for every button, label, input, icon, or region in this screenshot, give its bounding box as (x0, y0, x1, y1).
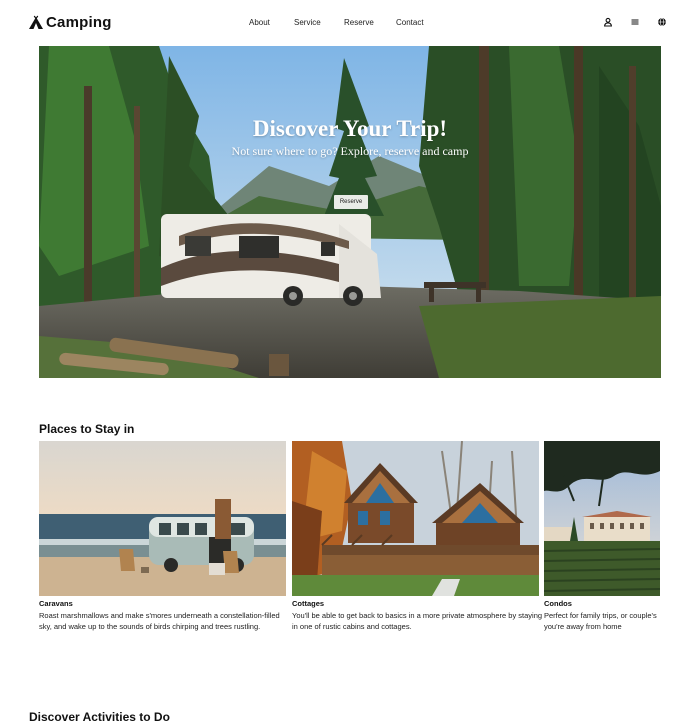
condo-image (544, 441, 660, 596)
globe-icon[interactable] (657, 17, 667, 27)
hero-forest-rv-image (39, 46, 661, 378)
nav-contact-link[interactable]: Contact (396, 18, 424, 27)
nav-service-link[interactable]: Service (294, 18, 321, 27)
card-description: You'll be able to get back to basics in … (292, 611, 543, 631)
hero-subtitle: Not sure where to go? Explore, reserve a… (231, 144, 469, 158)
card-description: Perfect for family trips, or couple's yo… (544, 611, 657, 631)
hero-title: Discover Your Trip! (252, 116, 448, 141)
user-icon[interactable] (603, 17, 613, 27)
hero-banner: Discover Your Trip! Not sure where to go… (39, 46, 661, 378)
reserve-button[interactable]: Reserve (334, 195, 368, 209)
card-title: Cottages (292, 599, 325, 608)
activities-section-title: Discover Activities to Do (29, 710, 170, 724)
main-nav: About Service Reserve Contact (0, 18, 700, 32)
site-header: Camping About Service Reserve Contact (0, 0, 700, 46)
nav-reserve-link[interactable]: Reserve (344, 18, 374, 27)
card-title: Condos (544, 599, 572, 608)
nav-about-link[interactable]: About (249, 18, 270, 27)
cottage-image (292, 441, 539, 596)
card-description: Roast marshmallows and make s'mores unde… (39, 611, 280, 631)
menu-icon[interactable] (630, 17, 640, 27)
caravan-image (39, 441, 286, 596)
places-section-title: Places to Stay in (39, 422, 135, 436)
card-title: Caravans (39, 599, 73, 608)
